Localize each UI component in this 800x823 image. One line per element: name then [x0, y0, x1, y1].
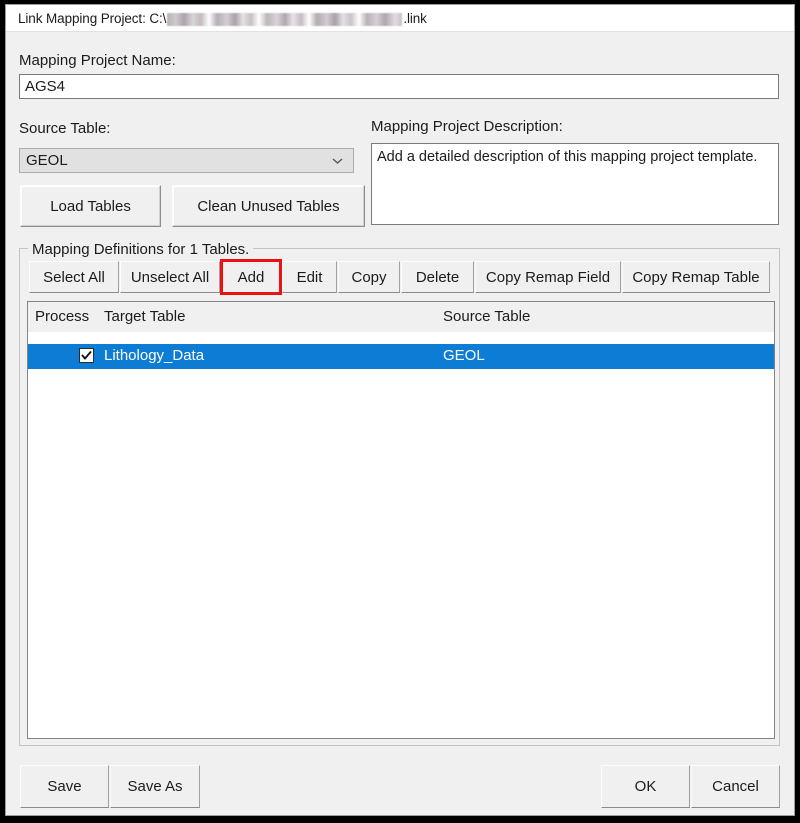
description-label: Mapping Project Description: [371, 118, 563, 135]
column-header-target-table[interactable]: Target Table [104, 308, 185, 325]
copy-remap-field-button[interactable]: Copy Remap Field [475, 261, 621, 293]
mapping-definitions-group-title: Mapping Definitions for 1 Tables. [28, 241, 254, 258]
cell-source-table: GEOL [443, 347, 485, 364]
title-bar: Link Mapping Project: C:\ .link [6, 5, 794, 32]
checkmark-icon [81, 350, 92, 360]
unselect-all-button[interactable]: Unselect All [120, 261, 220, 293]
load-tables-button[interactable]: Load Tables [20, 185, 161, 227]
ok-button[interactable]: OK [601, 765, 690, 808]
chevron-down-icon [331, 154, 344, 167]
project-name-label: Mapping Project Name: [19, 52, 176, 69]
copy-button[interactable]: Copy [338, 261, 400, 293]
clean-unused-tables-button[interactable]: Clean Unused Tables [172, 185, 365, 227]
column-header-process[interactable]: Process [35, 308, 89, 325]
save-button[interactable]: Save [20, 765, 109, 808]
list-header-row: Process Target Table Source Table [28, 302, 774, 332]
process-checkbox[interactable] [79, 348, 94, 363]
table-row[interactable]: Lithology_Data GEOL [28, 344, 774, 369]
project-name-input[interactable]: AGS4 [19, 74, 779, 99]
redacted-path-icon [167, 13, 403, 27]
add-button[interactable]: Add [221, 261, 281, 293]
save-as-button[interactable]: Save As [110, 765, 200, 808]
cell-target-table: Lithology_Data [104, 347, 205, 364]
title-suffix: .link [403, 10, 427, 26]
source-table-selected-value: GEOL [26, 152, 68, 169]
source-table-label: Source Table: [19, 120, 111, 137]
delete-button[interactable]: Delete [401, 261, 474, 293]
source-table-select[interactable]: GEOL [19, 148, 354, 173]
dialog-window: Link Mapping Project: C:\ .link Mapping P… [5, 4, 795, 816]
title-bar-text: Link Mapping Project: C:\ .link [6, 10, 427, 27]
select-all-button[interactable]: Select All [29, 261, 119, 293]
mapping-definitions-list[interactable]: Process Target Table Source Table Lithol… [27, 301, 775, 739]
column-header-source-table[interactable]: Source Table [443, 308, 530, 325]
cancel-button[interactable]: Cancel [691, 765, 780, 808]
description-input[interactable]: Add a detailed description of this mappi… [371, 143, 779, 225]
edit-button[interactable]: Edit [282, 261, 337, 293]
title-prefix: Link Mapping Project: C:\ [18, 10, 167, 26]
copy-remap-table-button[interactable]: Copy Remap Table [622, 261, 770, 293]
